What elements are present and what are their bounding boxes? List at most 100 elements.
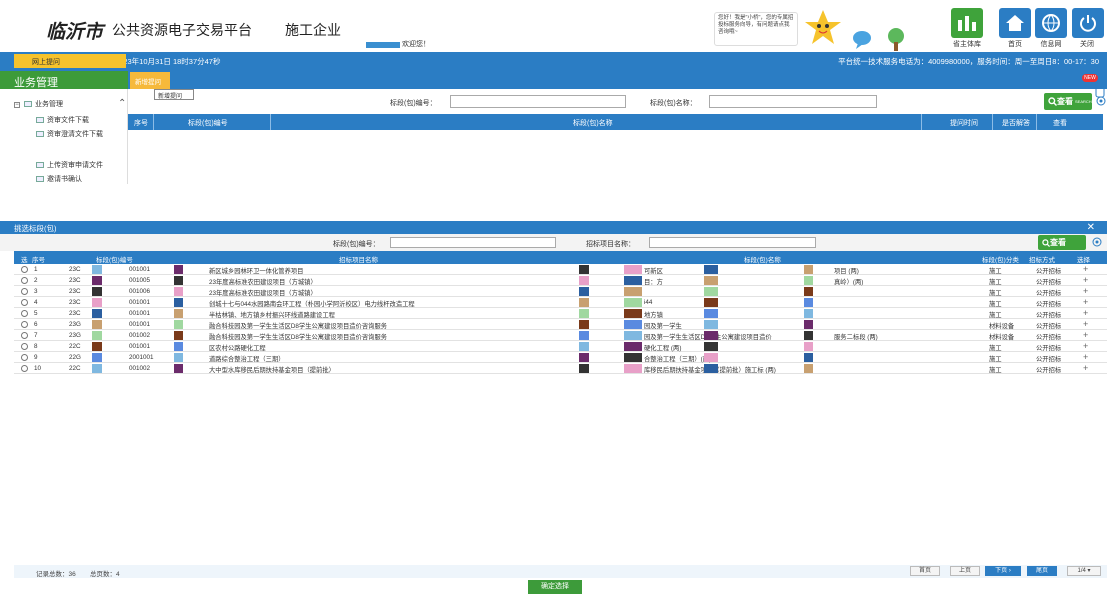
mascot-icon[interactable] bbox=[803, 8, 843, 48]
next-page-button[interactable]: 下页 › bbox=[985, 566, 1021, 576]
radio-button[interactable] bbox=[21, 365, 28, 372]
table-row[interactable]: 4 23C 001001 创城十七与044水园路南会环工程（朴园小学阿沂校区）电力线杆… bbox=[14, 297, 1107, 308]
radio-button[interactable] bbox=[21, 310, 28, 317]
dialog-code-input[interactable] bbox=[390, 237, 556, 248]
business-panel-title: 业务管理 bbox=[0, 71, 128, 89]
search-button-sub: SEARCH bbox=[1075, 99, 1092, 104]
tree-item-label: 网上提问 bbox=[32, 59, 60, 66]
redacted-block bbox=[174, 287, 183, 296]
settings-icon[interactable] bbox=[1096, 96, 1106, 106]
row-category: 施工 bbox=[989, 290, 1002, 297]
row-project-name: 23年度高标准农田建设项目（方城镇） bbox=[209, 279, 317, 286]
row-index: 1 bbox=[34, 266, 38, 273]
add-icon[interactable]: + bbox=[1083, 264, 1088, 274]
tree-item-clarification[interactable]: 资审澄清文件下载 bbox=[36, 129, 103, 141]
table-row[interactable]: 1022C001002大中型水库移民后期扶持基金项目（提前批）库移民后期扶持基金… bbox=[14, 363, 1107, 374]
table-row[interactable]: 5 23C 001001 半枯林镇、地方镇乡村振兴环线道路建设工程 地方镇 施工 公开招标 + bbox=[14, 308, 1107, 319]
logo-city: 临沂市 bbox=[46, 22, 104, 43]
redacted-block bbox=[174, 331, 183, 340]
collapse-icon[interactable]: − bbox=[14, 102, 20, 108]
redacted-block bbox=[174, 353, 183, 362]
first-page-button[interactable]: 首页 bbox=[910, 566, 940, 576]
table-row[interactable]: 6 23G 001001 融合科技园及第一学生生活区D8学生公寓建设项目造价咨询服务 园… bbox=[14, 319, 1107, 330]
tree-item-upload[interactable]: 上传资审申请文件 bbox=[36, 160, 103, 172]
add-icon[interactable]: + bbox=[1083, 275, 1088, 285]
radio-button[interactable] bbox=[21, 299, 28, 306]
col-section: 标段(包)名称 bbox=[744, 257, 781, 264]
row-method: 公开招标 bbox=[1036, 367, 1062, 374]
row-index: 10 bbox=[34, 365, 42, 372]
assistant-bubble[interactable]: 您好！我是"小桥"，您的专属招投标服务向导，有问题请点我咨询哦~ bbox=[714, 12, 798, 46]
radio-button[interactable] bbox=[21, 332, 28, 339]
close-button[interactable]: 关闭 bbox=[1072, 8, 1104, 48]
settings-icon[interactable] bbox=[1092, 237, 1102, 247]
redacted-block bbox=[92, 265, 102, 274]
tree-item-download[interactable]: 资审文件下载 bbox=[36, 115, 89, 127]
home-button[interactable]: 首页 bbox=[999, 8, 1031, 48]
dialog-title: 挑选标段(包) bbox=[0, 221, 1107, 234]
row-method: 公开招标 bbox=[1036, 290, 1062, 297]
redacted-block bbox=[174, 309, 183, 318]
table-row[interactable]: 2 23C 001005 23年度高标准农田建设项目（方城镇） 目：方 真岭）(两) 施工 公… bbox=[14, 275, 1107, 286]
prev-page-button[interactable]: 上页 bbox=[950, 566, 980, 576]
code-input[interactable] bbox=[450, 95, 626, 108]
page-count: 总页数：4 bbox=[90, 571, 120, 578]
chevron-up-icon[interactable]: ⌃ bbox=[118, 98, 126, 109]
tree-item-invitation[interactable]: 邀请书确认 bbox=[36, 174, 82, 186]
add-icon[interactable]: + bbox=[1083, 363, 1088, 373]
table-row[interactable]: 723G001002融合科技园及第一学生生活区D8学生公寓建设项目造价咨询服务园… bbox=[14, 330, 1107, 341]
row-category: 施工 bbox=[989, 367, 1002, 374]
row-code-prefix: 23C bbox=[69, 266, 81, 273]
folder-icon bbox=[24, 101, 32, 107]
radio-button[interactable] bbox=[21, 343, 28, 350]
tree-root[interactable]: − 业务管理 bbox=[14, 99, 63, 111]
power-icon bbox=[1072, 8, 1104, 38]
table-row[interactable]: 9 22G 2001001 道路综合整治工程（三期） 合整治工程（三期）(两) 施工 公开招… bbox=[14, 352, 1107, 363]
table-row[interactable]: 3 23C 001006 23年度高标准农田建设项目（方城镇） 施工 公开招标 + bbox=[14, 286, 1107, 297]
row-project-name: 区农村公路硬化工程 bbox=[209, 345, 266, 352]
row-index: 2 bbox=[34, 277, 38, 284]
row-method: 公开招标 bbox=[1036, 301, 1062, 308]
add-icon[interactable]: + bbox=[1083, 319, 1088, 329]
redacted-block bbox=[579, 298, 589, 307]
tab-new-question[interactable]: 新增提问 bbox=[130, 72, 170, 89]
chat-bubble-icon[interactable] bbox=[850, 28, 874, 50]
confirm-selection-button[interactable]: 确定选择 bbox=[528, 580, 582, 594]
add-icon[interactable]: + bbox=[1083, 308, 1088, 318]
file-icon bbox=[36, 176, 44, 182]
tree-item-online-question[interactable]: 网上提问 bbox=[14, 54, 126, 68]
add-icon[interactable]: + bbox=[1083, 352, 1088, 362]
close-icon[interactable]: ✕ bbox=[1087, 222, 1095, 233]
row-code-prefix: 23C bbox=[69, 288, 81, 295]
redacted-block bbox=[579, 276, 589, 285]
row-project-name: 融合科技园及第一学生生活区D8学生公寓建设项目造价咨询服务 bbox=[209, 323, 388, 330]
row-index: 7 bbox=[34, 332, 38, 339]
row-code-suffix: 2001001 bbox=[129, 354, 154, 361]
province-library-button[interactable]: 省主体库 bbox=[950, 8, 984, 48]
radio-button[interactable] bbox=[21, 288, 28, 295]
add-icon[interactable]: + bbox=[1083, 341, 1088, 351]
dialog-project-input[interactable] bbox=[649, 237, 816, 248]
row-section-name: 硬化工程 (两) bbox=[644, 345, 682, 352]
table-row[interactable]: 1 23C 001001 新区城乡园林环卫一体化管养项目 可新区 项目 (两) 施工 公开招标… bbox=[14, 264, 1107, 275]
col-name: 标段(包)名称 bbox=[573, 120, 613, 127]
table-row[interactable]: 8 22C 001001 区农村公路硬化工程 硬化工程 (两) 施工 公开招标 + bbox=[14, 341, 1107, 352]
radio-button[interactable] bbox=[21, 321, 28, 328]
search-button[interactable]: 查看 SEARCH bbox=[1044, 93, 1092, 110]
name-input[interactable] bbox=[709, 95, 877, 108]
last-page-button[interactable]: 尾页 bbox=[1027, 566, 1057, 576]
add-icon[interactable]: + bbox=[1083, 297, 1088, 307]
name-label: 标段(包)名称： bbox=[650, 100, 697, 107]
col-answered: 是否解答 bbox=[1002, 120, 1030, 127]
radio-button[interactable] bbox=[21, 266, 28, 273]
radio-button[interactable] bbox=[21, 354, 28, 361]
page-select[interactable]: 1/4 ▾ bbox=[1067, 566, 1101, 576]
logo-platform: 公共资源电子交易平台 bbox=[112, 22, 252, 38]
tree-item-label: 邀请书确认 bbox=[47, 176, 82, 183]
dialog-search-button[interactable]: 查看 bbox=[1038, 235, 1086, 250]
info-net-button[interactable]: 信息网 bbox=[1035, 8, 1067, 48]
tree-icon[interactable] bbox=[882, 26, 910, 52]
radio-button[interactable] bbox=[21, 277, 28, 284]
add-icon[interactable]: + bbox=[1083, 286, 1088, 296]
add-icon[interactable]: + bbox=[1083, 330, 1088, 340]
